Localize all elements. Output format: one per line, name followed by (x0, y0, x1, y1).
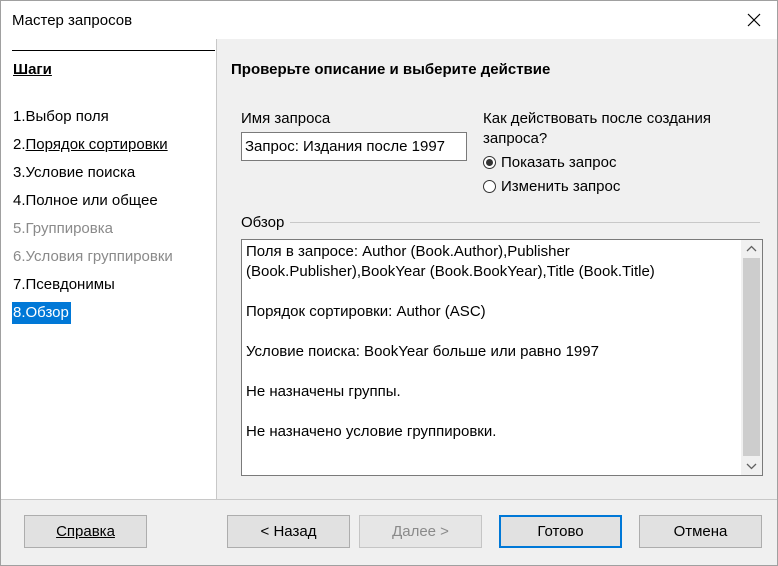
step-number: 8. (13, 304, 26, 321)
review-page: Проверьте описание и выберите действие И… (218, 39, 778, 499)
steps-header: Шаги (13, 61, 52, 78)
show-query-radio-button[interactable] (483, 155, 496, 169)
close-icon (747, 13, 761, 27)
step-item-7[interactable]: 7.Псевдонимы (12, 274, 117, 296)
overview-scrollbar[interactable] (741, 240, 762, 475)
scroll-down-button[interactable] (741, 458, 762, 475)
step-label: Условие поиска (25, 164, 136, 181)
overview-line: Не назначено условие группировки. (246, 423, 497, 440)
overview-line: Не назначены группы. (246, 383, 401, 400)
steps-divider (12, 50, 215, 51)
show-query-label: Показать запрос (501, 153, 617, 171)
close-button[interactable] (739, 5, 769, 35)
overview-divider (290, 222, 760, 223)
step-label: Порядок сортировки (25, 136, 168, 153)
query-wizard-dialog: Мастер запросов Шаги 1.Выбор поля 2.Поряд… (0, 0, 778, 566)
button-bar-divider (1, 499, 777, 500)
edit-query-label: Изменить запрос (501, 177, 621, 195)
step-label: Выбор поля (25, 108, 109, 125)
chevron-up-icon (746, 245, 757, 252)
edit-query-radio[interactable]: Изменить запрос (483, 176, 620, 196)
step-number: 2. (13, 136, 26, 153)
step-item-1[interactable]: 1.Выбор поля (12, 106, 111, 128)
next-button[interactable]: Далее > (359, 515, 482, 548)
step-label: Условия группировки (25, 248, 173, 265)
scroll-up-button[interactable] (741, 240, 762, 257)
overview-line: Поля в запросе: Author (Book.Author),Pub… (246, 243, 655, 280)
step-item-5: 5.Группировка (12, 218, 115, 240)
title-bar: Мастер запросов (1, 1, 777, 39)
steps-panel: Шаги 1.Выбор поля 2.Порядок сортировки 3.У… (1, 39, 217, 499)
scroll-thumb[interactable] (743, 258, 760, 456)
step-label: Группировка (25, 220, 113, 237)
after-creation-label: Как действовать после создания запроса? (483, 110, 711, 147)
overview-line: Порядок сортировки: Author (ASC) (246, 303, 486, 320)
show-query-radio[interactable]: Показать запрос (483, 152, 616, 172)
help-button[interactable]: Справка (24, 515, 147, 548)
cancel-button[interactable]: Отмена (639, 515, 762, 548)
page-title: Проверьте описание и выберите действие (231, 61, 551, 78)
step-item-4[interactable]: 4.Полное или общее (12, 190, 160, 212)
overview-label: Обзор (241, 214, 285, 231)
chevron-down-icon (746, 463, 757, 470)
step-number: 7. (13, 276, 26, 293)
finish-button[interactable]: Готово (499, 515, 622, 548)
step-item-2[interactable]: 2.Порядок сортировки (12, 134, 170, 156)
step-number: 3. (13, 164, 26, 181)
step-item-8[interactable]: 8.Обзор (12, 302, 71, 324)
step-label: Псевдонимы (25, 276, 115, 293)
step-number: 1. (13, 108, 26, 125)
edit-query-radio-button[interactable] (483, 179, 496, 193)
overview-text: Поля в запросе: Author (Book.Author),Pub… (246, 242, 736, 462)
window-title: Мастер запросов (12, 12, 133, 29)
back-button[interactable]: < Назад (227, 515, 350, 548)
step-item-3[interactable]: 3.Условие поиска (12, 162, 137, 184)
step-number: 6. (13, 248, 26, 265)
overview-line: Условие поиска: BookYear больше или равн… (246, 343, 599, 360)
query-name-input[interactable] (241, 132, 467, 161)
query-name-label: Имя запроса (241, 110, 331, 127)
step-item-6: 6.Условия группировки (12, 246, 175, 268)
step-number: 4. (13, 192, 26, 209)
step-label: Полное или общее (25, 192, 158, 209)
overview-textarea[interactable]: Поля в запросе: Author (Book.Author),Pub… (241, 239, 763, 476)
step-number: 5. (13, 220, 26, 237)
step-label: Обзор (25, 304, 69, 321)
